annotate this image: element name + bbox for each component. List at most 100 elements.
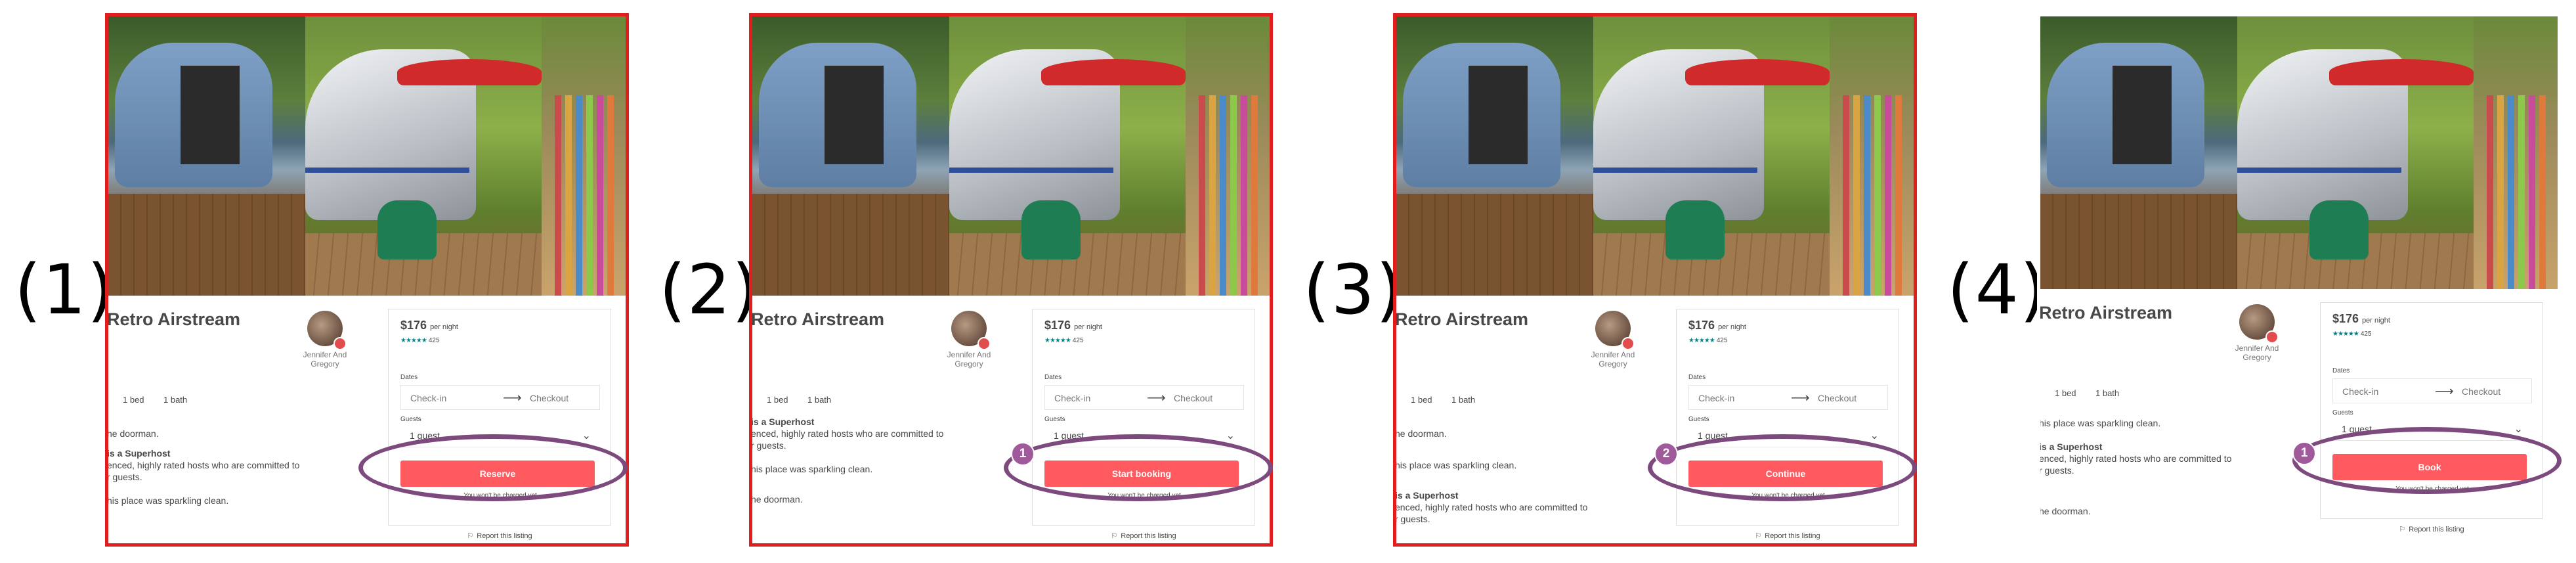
checkin-input[interactable]: Check-in — [2342, 386, 2378, 397]
description-line: he doorman. — [1395, 428, 1447, 439]
beds-count: 1 bed — [2055, 388, 2076, 398]
dates-field[interactable]: Check-in ⟶ Checkout — [1688, 385, 1888, 410]
description-line: is a Superhost — [107, 448, 171, 459]
chevron-down-icon: ⌄ — [1226, 430, 1235, 441]
listing-photo-collage[interactable] — [108, 16, 626, 296]
description-line: enced, highly rated hosts who are commit… — [107, 460, 300, 470]
baths-count: 1 bath — [807, 395, 832, 405]
guests-label: Guests — [400, 416, 421, 423]
description-line: he doorman. — [751, 494, 803, 505]
checkout-input[interactable]: Checkout — [530, 393, 569, 403]
description-line: his place was sparkling clean. — [2039, 418, 2161, 428]
listing-photo-collage[interactable] — [2040, 16, 2558, 289]
per-night-label: per night — [2362, 317, 2390, 325]
review-count: 425 — [2360, 330, 2372, 338]
price: $176 per night — [1044, 319, 1102, 332]
guests-label: Guests — [1688, 416, 1709, 423]
beds-count: 1 bed — [767, 395, 788, 405]
panel-number-3: (3) — [1303, 250, 1404, 330]
dates-label: Dates — [1688, 374, 1706, 381]
description-line: enced, highly rated hosts who are commit… — [1395, 502, 1588, 512]
host-name[interactable]: Jennifer And Gregory — [936, 350, 1002, 369]
rating-stars: ★★★★★ 425 — [1044, 337, 1084, 344]
listing-photo-collage[interactable] — [752, 16, 1270, 296]
arrow-right-icon: ⟶ — [503, 391, 522, 405]
flag-icon: ⚐ — [467, 532, 474, 540]
step-marker: 2 — [1654, 442, 1678, 466]
price: $176 per night — [2332, 312, 2390, 325]
flag-icon: ⚐ — [1111, 532, 1118, 540]
chevron-down-icon: ⌄ — [1870, 430, 1879, 441]
per-night-label: per night — [1074, 323, 1102, 331]
checkout-input[interactable]: Checkout — [1174, 393, 1213, 403]
chevron-down-icon: ⌄ — [2514, 424, 2523, 435]
checkin-input[interactable]: Check-in — [1054, 393, 1090, 403]
arrow-right-icon: ⟶ — [1147, 391, 1166, 405]
description-line: enced, highly rated hosts who are commit… — [2039, 453, 2232, 464]
rating-stars: ★★★★★ 425 — [400, 337, 440, 344]
review-count: 425 — [1716, 337, 1728, 344]
checkin-input[interactable]: Check-in — [1698, 393, 1734, 403]
baths-count: 1 bath — [163, 395, 188, 405]
listing-title: Retro Airstream — [751, 309, 885, 329]
report-listing-link[interactable]: ⚐ Report this listing — [2320, 525, 2543, 533]
price: $176 per night — [400, 319, 458, 332]
guests-label: Guests — [2332, 409, 2353, 417]
report-listing-link[interactable]: ⚐ Report this listing — [1032, 531, 1255, 540]
listing-title: Retro Airstream — [1395, 309, 1529, 329]
host-name[interactable]: Jennifer And Gregory — [1580, 350, 1646, 369]
checkin-input[interactable]: Check-in — [410, 393, 446, 403]
listing-photo-collage[interactable] — [1396, 16, 1914, 296]
description-line: his place was sparkling clean. — [751, 464, 873, 474]
arrow-right-icon: ⟶ — [2435, 384, 2454, 399]
baths-count: 1 bath — [1451, 395, 1476, 405]
dates-field[interactable]: Check-in ⟶ Checkout — [1044, 385, 1244, 410]
annotation-ellipse — [358, 434, 628, 501]
annotation-ellipse — [2292, 427, 2562, 494]
description-line: he doorman. — [2039, 506, 2091, 516]
baths-count: 1 bath — [2095, 388, 2120, 398]
arrow-right-icon: ⟶ — [1791, 391, 1810, 405]
dates-field[interactable]: Check-in ⟶ Checkout — [2332, 378, 2532, 403]
description-line: is a Superhost — [1395, 490, 1459, 501]
per-night-label: per night — [1718, 323, 1746, 331]
step-marker: 1 — [2292, 441, 2316, 465]
description-line: his place was sparkling clean. — [1395, 460, 1517, 470]
report-listing-link[interactable]: ⚐ Report this listing — [388, 531, 611, 540]
rating-stars: ★★★★★ 425 — [2332, 330, 2372, 338]
description-line: he doorman. — [107, 428, 159, 439]
per-night-label: per night — [430, 323, 458, 331]
chevron-down-icon: ⌄ — [582, 430, 591, 441]
checkout-input[interactable]: Checkout — [2462, 386, 2501, 397]
description-line: is a Superhost — [751, 417, 815, 427]
report-listing-link[interactable]: ⚐ Report this listing — [1676, 531, 1899, 540]
listing-title: Retro Airstream — [107, 309, 241, 329]
beds-count: 1 bed — [1411, 395, 1432, 405]
dates-label: Dates — [400, 374, 418, 381]
flag-icon: ⚐ — [1755, 532, 1762, 540]
superhost-badge-icon — [2265, 330, 2279, 344]
panel-number-1: (1) — [14, 250, 116, 330]
description-line: r guests. — [1395, 514, 1430, 524]
rating-stars: ★★★★★ 425 — [1688, 337, 1728, 344]
description-line: is a Superhost — [2039, 441, 2103, 452]
superhost-badge-icon — [1621, 337, 1635, 350]
checkout-input[interactable]: Checkout — [1818, 393, 1857, 403]
description-line: his place was sparkling clean. — [107, 495, 229, 506]
host-name[interactable]: Jennifer And Gregory — [2224, 344, 2290, 362]
description-line: r guests. — [751, 440, 786, 451]
host-name[interactable]: Jennifer And Gregory — [292, 350, 358, 369]
guests-label: Guests — [1044, 416, 1065, 423]
dates-field[interactable]: Check-in ⟶ Checkout — [400, 385, 600, 410]
review-count: 425 — [1072, 337, 1084, 344]
description-line: r guests. — [107, 472, 142, 482]
annotation-ellipse — [1648, 434, 1917, 501]
dates-label: Dates — [1044, 374, 1062, 381]
panel-number-4: (4) — [1947, 250, 2048, 330]
superhost-badge-icon — [333, 337, 347, 350]
annotation-ellipse — [1004, 434, 1273, 501]
price: $176 per night — [1688, 319, 1746, 332]
dates-label: Dates — [2332, 367, 2350, 374]
review-count: 425 — [428, 337, 440, 344]
step-marker: 1 — [1011, 442, 1035, 466]
